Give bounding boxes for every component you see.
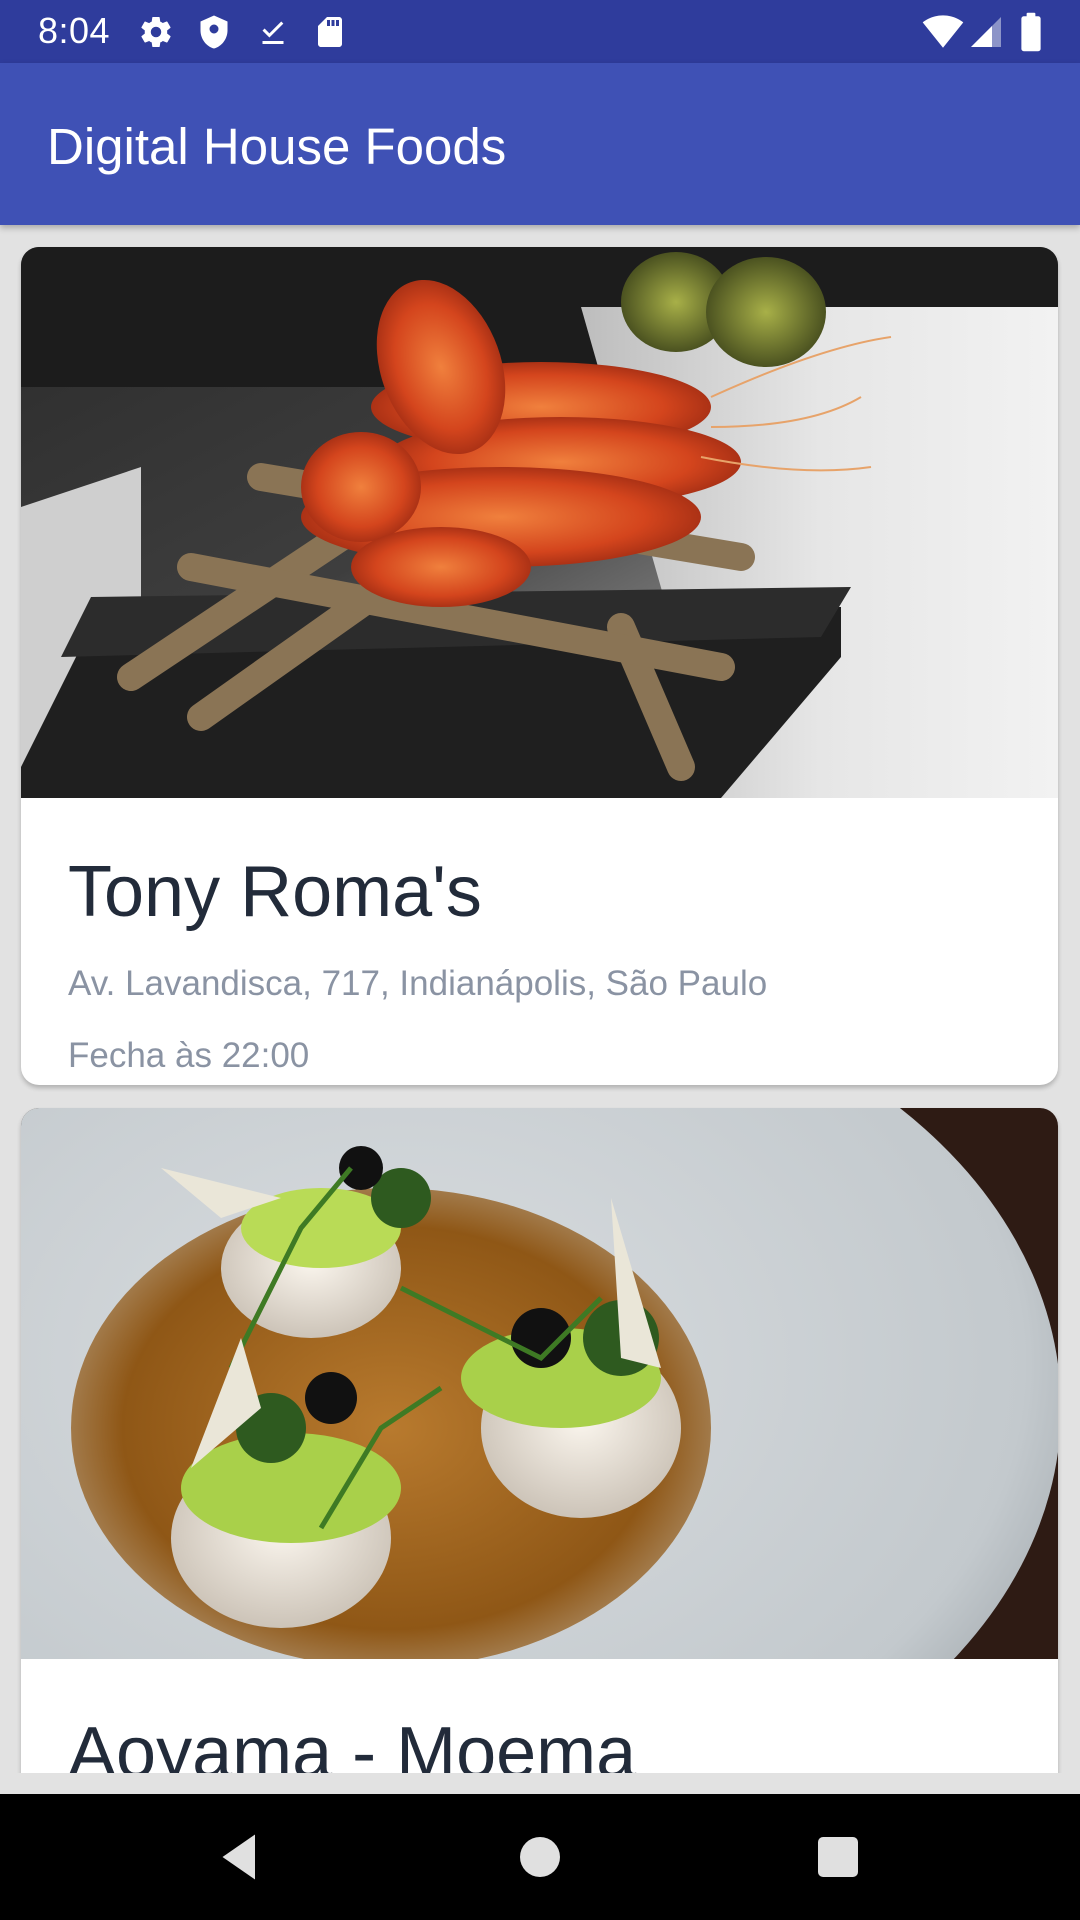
gear-icon (141, 17, 171, 48)
shield-icon (200, 15, 228, 49)
app-title: Digital House Foods (47, 118, 507, 175)
restaurant-list[interactable]: Tony Roma's Av. Lavandisca, 717, Indianá… (0, 225, 1080, 1773)
restaurant-name: Aoyama - Moema (68, 1713, 637, 1773)
restaurant-name: Tony Roma's (68, 852, 482, 932)
signal-icon (971, 17, 1001, 47)
restaurant-hours: Fecha às 22:00 (68, 1036, 310, 1075)
battery-icon (1021, 12, 1041, 52)
download-done-icon (262, 21, 284, 44)
restaurant-card[interactable]: Tony Roma's Av. Lavandisca, 717, Indianá… (21, 247, 1058, 1085)
navigation-bar (0, 1794, 1080, 1920)
recents-icon[interactable] (808, 1827, 868, 1887)
back-icon[interactable] (210, 1827, 270, 1887)
restaurant-photo-shrimp (21, 247, 1058, 798)
restaurant-photo-scallops (21, 1108, 1058, 1659)
status-bar: 8:04 (0, 0, 1080, 63)
status-time: 8:04 (38, 10, 111, 51)
restaurant-card[interactable]: Aoyama - Moema (21, 1108, 1058, 1773)
sd-card-icon (318, 17, 342, 47)
app-bar: Digital House Foods (0, 63, 1080, 225)
home-icon[interactable] (510, 1827, 570, 1887)
list-bottom-gap (0, 1773, 1080, 1794)
wifi-icon (922, 15, 964, 48)
restaurant-address: Av. Lavandisca, 717, Indianápolis, São P… (68, 964, 768, 1003)
